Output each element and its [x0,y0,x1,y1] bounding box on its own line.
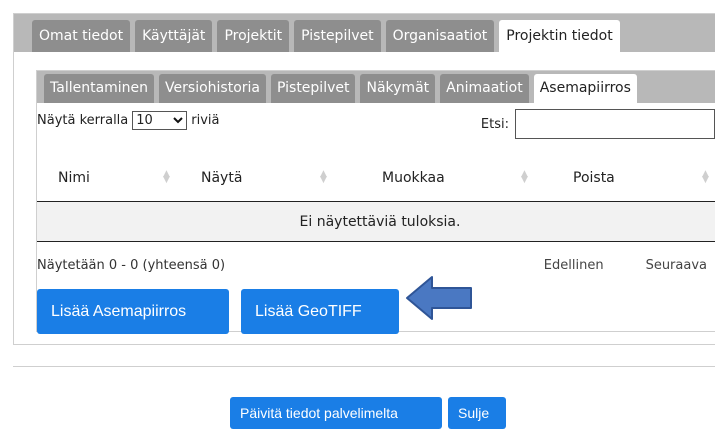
column-header-poista[interactable]: Poista ▲ ▼ [535,154,715,201]
table-header: Nimi ▲ ▼ Näytä ▲ ▼ Muokkaa ▲ ▼ Poista ▲ ▼ [37,154,715,202]
tab-omat-tiedot[interactable]: Omat tiedot [32,20,131,52]
page-length-control: Näytä kerralla 10 riviä [37,111,220,130]
tab-projektin-tiedot[interactable]: Projektin tiedot [499,20,620,52]
page-length-select[interactable]: 10 [132,111,188,130]
column-header-muokkaa[interactable]: Muokkaa ▲ ▼ [335,154,535,201]
table-empty-row: Ei näytettäviä tuloksia. [37,202,715,242]
pagination: Edellinen Seuraava [544,258,707,273]
column-label-poista: Poista [573,169,615,186]
tab-nakymat[interactable]: Näkymät [360,74,436,103]
site-plan-panel: Tallentaminen Versiohistoria Pistepilvet… [36,70,715,334]
tab-pistepilvet[interactable]: Pistepilvet [294,20,381,52]
next-link[interactable]: Seuraava [646,258,707,273]
add-site-plan-button[interactable]: Lisää Asemapiirros [37,289,229,334]
sort-icon: ▲ ▼ [163,169,170,185]
tab-tallentaminen[interactable]: Tallentaminen [44,74,155,103]
page-length-value: 10 [136,113,153,128]
table-info: Näytetään 0 - 0 (yhteensä 0) [37,258,226,273]
tab-projektit[interactable]: Projektit [217,20,290,52]
tab-pistepilvet-inner[interactable]: Pistepilvet [271,74,356,103]
tab-animaatiot[interactable]: Animaatiot [440,74,529,103]
arrow-left-icon [406,276,472,320]
previous-link[interactable]: Edellinen [544,258,604,273]
sort-icon: ▲ ▼ [320,169,327,185]
search-control: Etsi: [481,109,715,139]
column-header-nayta[interactable]: Näytä ▲ ▼ [180,154,335,201]
add-geotiff-button[interactable]: Lisää GeoTIFF [241,289,399,334]
column-label-muokkaa: Muokkaa [382,169,445,186]
close-button[interactable]: Sulje [448,397,506,429]
outer-tab-bar: Omat tiedot Käyttäjät Projektit Pistepil… [14,14,715,52]
inner-tab-bar: Tallentaminen Versiohistoria Pistepilvet… [37,71,715,103]
project-panel: Omat tiedot Käyttäjät Projektit Pistepil… [13,13,715,345]
chevron-down-icon [173,117,183,124]
sort-icon: ▲ ▼ [702,169,709,185]
tab-asemapiirros[interactable]: Asemapiirros [533,74,637,103]
page-length-suffix: riviä [191,113,220,128]
tab-kayttajat[interactable]: Käyttäjät [135,20,213,52]
sort-icon: ▲ ▼ [521,169,528,185]
column-header-nimi[interactable]: Nimi ▲ ▼ [37,154,180,201]
column-label-nayta: Näytä [201,169,243,186]
page-length-prefix: Näytä kerralla [37,113,129,128]
divider [13,366,715,367]
tab-organisaatiot[interactable]: Organisaatiot [385,20,495,52]
tab-versiohistoria[interactable]: Versiohistoria [159,74,266,103]
column-label-nimi: Nimi [58,169,90,186]
search-label: Etsi: [480,116,509,132]
refresh-button[interactable]: Päivitä tiedot palvelimelta [230,397,442,429]
search-input[interactable] [515,109,715,139]
